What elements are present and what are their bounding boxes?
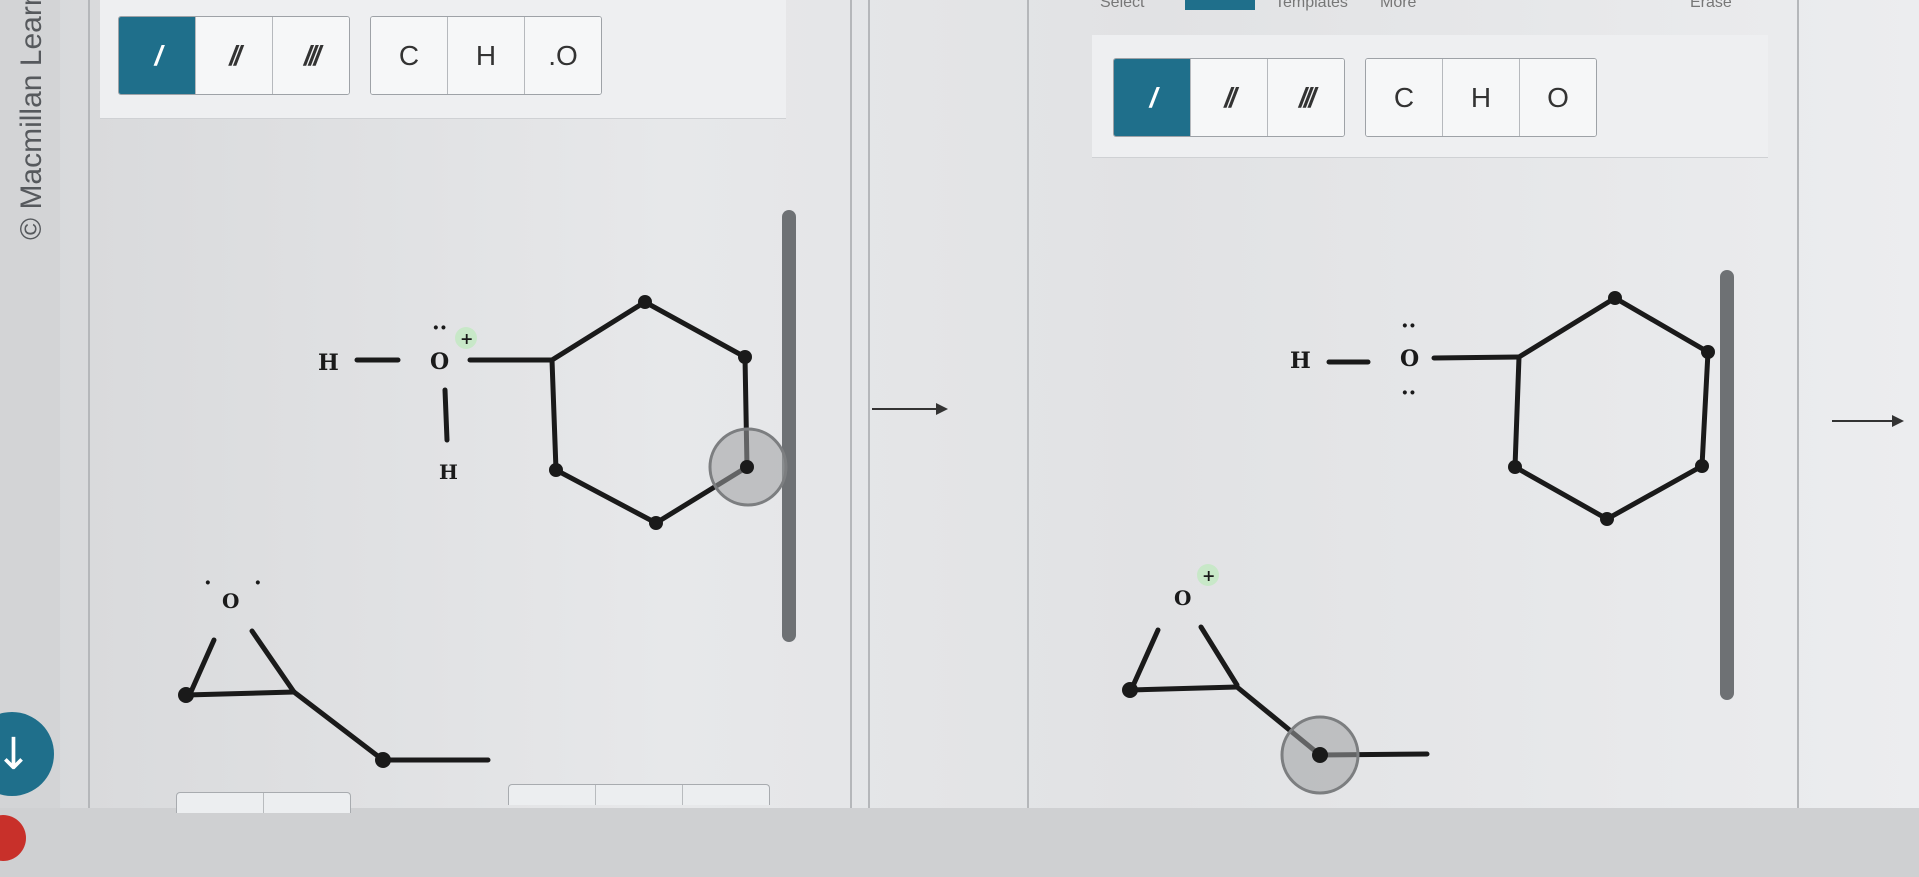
lone-pair: · — [204, 570, 212, 596]
drawing-canvas[interactable]: H O ·· + H O · · H O ·· ·· O + — [0, 0, 1919, 877]
zoom-out-button[interactable] — [683, 785, 769, 805]
atom-label-o[interactable]: O — [1400, 346, 1419, 372]
bottom-bar — [0, 808, 1919, 877]
atom-label-h[interactable]: H — [318, 350, 339, 376]
lone-pair: ·· — [1401, 313, 1416, 339]
atom-label-h[interactable]: H — [1290, 348, 1311, 374]
atom-label-o[interactable]: O — [222, 589, 239, 613]
atom-label-h[interactable]: H — [439, 460, 458, 484]
atom-label-o[interactable]: O — [1174, 586, 1191, 610]
undo-button[interactable] — [177, 793, 264, 813]
redo-button[interactable] — [264, 793, 350, 813]
undo-redo-tools — [176, 792, 351, 813]
positive-charge: + — [1202, 566, 1215, 585]
zoom-in-button[interactable] — [509, 785, 596, 805]
lone-pair: · — [254, 570, 262, 596]
atom-label-o[interactable]: O — [430, 349, 449, 375]
lone-pair: ·· — [1401, 380, 1416, 406]
lone-pair: ·· — [432, 315, 447, 341]
zoom-reset-button[interactable] — [596, 785, 683, 805]
screen: © Macmillan Learning Select Templates Mo… — [0, 0, 1919, 877]
zoom-tools — [508, 784, 770, 805]
positive-charge: + — [460, 329, 473, 348]
arrow-down-icon: ↓ — [0, 728, 32, 780]
